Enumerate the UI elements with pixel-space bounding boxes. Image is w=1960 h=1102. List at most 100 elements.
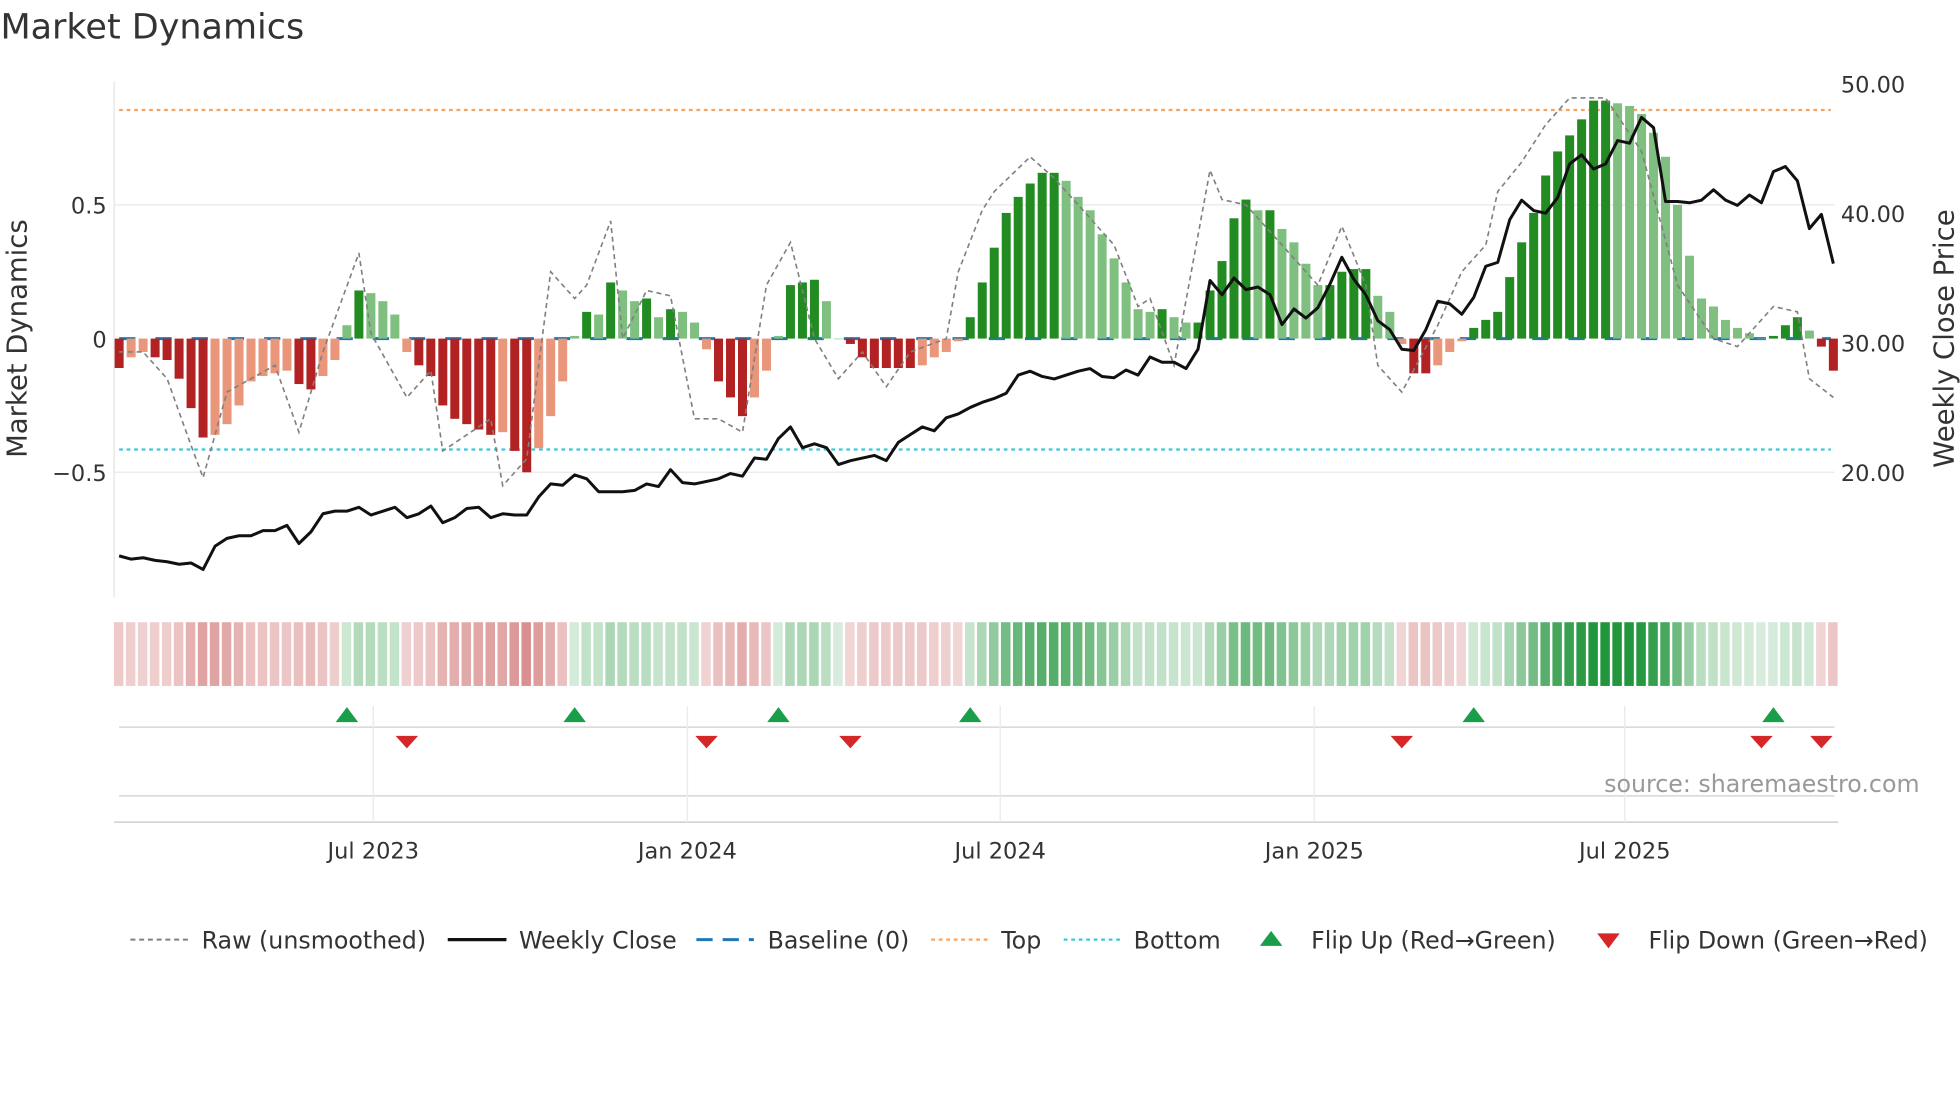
heat-strip-cell — [1528, 622, 1538, 686]
dynamics-bar — [1013, 196, 1023, 339]
flip-up-icon — [1259, 930, 1283, 946]
heat-strip-cell — [1408, 622, 1419, 686]
dynamics-bar — [210, 338, 220, 435]
dynamics-bar — [1481, 319, 1491, 339]
heat-strip-cell — [1252, 622, 1263, 686]
dynamics-bar — [845, 338, 855, 344]
heat-strip-cell — [833, 622, 843, 686]
heat-strip-cell — [1216, 622, 1227, 686]
heat-strip-cell — [1072, 622, 1083, 686]
raw-unsmoothed-line — [119, 97, 1834, 488]
dynamics-bar — [690, 322, 700, 339]
dynamics-bar — [294, 338, 304, 385]
heat-strip-cell — [689, 622, 699, 686]
dynamics-bar — [869, 338, 879, 369]
heat-strip-cell — [665, 622, 675, 686]
heat-strip-cell — [1828, 622, 1838, 686]
heat-strip-cell — [797, 622, 807, 686]
heat-strip-cell — [1552, 622, 1562, 686]
dynamics-bar — [1121, 282, 1131, 339]
heat-strip-cell — [317, 622, 328, 686]
dynamics-bar — [678, 311, 688, 339]
heat-strip-cell — [893, 622, 903, 686]
dynamics-bar — [462, 338, 472, 425]
dynamics-bar — [1804, 330, 1814, 339]
heat-strip-cell — [1792, 622, 1802, 686]
dynamics-bar — [582, 311, 592, 339]
legend-flip-down: Flip Down (Green→Red) — [1648, 926, 1927, 954]
source-credit: source: sharemaestro.com — [1604, 770, 1919, 798]
heat-strip-cell — [377, 622, 388, 686]
dynamics-bar — [941, 338, 951, 352]
heat-strip-cell — [341, 622, 352, 686]
dynamics-bar — [174, 338, 184, 379]
x-tick-label: Jul 2023 — [326, 838, 419, 864]
heat-strip-cell — [1300, 622, 1311, 686]
heat-strip-cell — [1336, 622, 1347, 686]
flip-up-marker — [1462, 707, 1485, 723]
heat-strip-cell — [1348, 622, 1359, 686]
right-tick-label: 50.00 — [1841, 72, 1905, 98]
dynamics-bar — [737, 338, 747, 417]
dynamics-bar — [785, 285, 795, 339]
heat-strip-cell — [988, 622, 999, 686]
heat-strip-cell — [293, 622, 304, 686]
heat-strip-cell — [413, 622, 424, 686]
chart-title: Market Dynamics — [0, 8, 304, 48]
dynamics-bar — [426, 338, 436, 377]
heat-strip-cell — [1744, 622, 1754, 686]
heat-strip-cell — [1048, 622, 1059, 686]
left-axis-label: Market Dynamics — [2, 219, 34, 458]
heat-strip-cell — [1816, 622, 1826, 686]
heat-strip-cell — [1684, 622, 1694, 686]
dynamics-bar — [965, 317, 975, 339]
flip-down-marker — [1390, 735, 1414, 749]
heat-strip-cell — [353, 622, 364, 686]
heat-strip-cell — [569, 622, 579, 686]
dynamics-bar — [1756, 338, 1766, 340]
dynamics-bar — [642, 298, 652, 339]
dynamics-bar — [1697, 298, 1706, 339]
heat-strip-cell — [1084, 622, 1095, 686]
heat-strip-cell — [437, 622, 448, 686]
heat-strip-cell — [593, 622, 603, 686]
dynamics-bar — [1265, 210, 1275, 339]
heat-strip-cell — [197, 622, 208, 686]
dynamics-bar — [1097, 234, 1107, 339]
heat-strip-cell — [365, 622, 376, 686]
dynamics-bar — [1732, 327, 1742, 339]
heat-strip-cell — [1420, 622, 1431, 686]
left-axis-ticks: 0.5 0 −0.5 — [52, 194, 107, 487]
dynamics-bar — [162, 338, 172, 360]
heat-strip-cell — [1096, 622, 1107, 686]
heat-strip-cell — [1120, 622, 1131, 686]
heat-strip-cell — [1588, 622, 1598, 686]
dynamics-bar — [522, 338, 532, 473]
dynamics-bar — [318, 338, 328, 377]
dynamics-bar — [510, 338, 520, 451]
x-axis-ticks: Jul 2023 Jan 2024 Jul 2024 Jan 2025 Jul 2025 — [326, 705, 1670, 864]
heat-strip-cell — [521, 622, 531, 686]
dynamics-bar — [1469, 327, 1479, 339]
heat-strip-cell — [1456, 622, 1466, 686]
heat-strip-cell — [305, 622, 316, 686]
heat-strip-cell — [809, 622, 819, 686]
heat-strip-cell — [785, 622, 795, 686]
dynamics-bar — [270, 338, 280, 374]
heat-strip-cell — [1180, 622, 1191, 686]
flip-up-marker — [767, 707, 790, 723]
flip-down-marker — [1750, 735, 1773, 749]
heat-strip-cell — [233, 622, 244, 686]
heat-strip-cell — [1720, 622, 1730, 686]
dynamics-bar — [1553, 151, 1563, 339]
dynamics-bar — [809, 279, 819, 339]
heat-strip-cell — [617, 622, 627, 686]
dynamics-bar — [414, 338, 424, 366]
dynamics-bar — [558, 338, 568, 382]
heat-strip-cell — [1144, 622, 1155, 686]
heat-strip-cell — [1288, 622, 1299, 686]
dynamics-bar — [354, 290, 364, 339]
heat-strip-cell — [1708, 622, 1718, 686]
heat-strip-cell — [473, 622, 484, 686]
dynamics-bar — [1505, 277, 1515, 339]
